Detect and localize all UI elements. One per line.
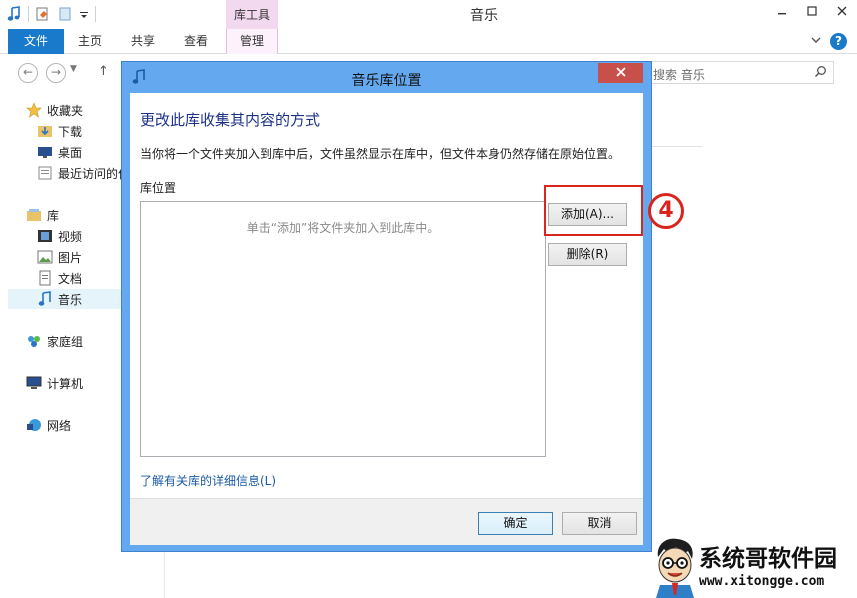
library-icon xyxy=(26,207,42,223)
ok-button[interactable]: 确定 xyxy=(478,512,553,535)
minimize-icon xyxy=(778,13,786,15)
back-arrow-icon: ← xyxy=(22,65,34,79)
add-folder-button[interactable]: 添加(A)... xyxy=(548,203,627,226)
tab-manage[interactable]: 管理 xyxy=(226,29,278,54)
search-input[interactable]: 搜索 音乐 xyxy=(646,61,834,84)
sidebar-item-label: 家庭组 xyxy=(47,334,84,349)
watermark-brand: 系统哥软件园 xyxy=(699,546,837,572)
sidebar-item-label: 计算机 xyxy=(47,376,84,391)
dialog-description: 当你将一个文件夹加入到库中后，文件虽然显示在库中，但文件本身仍然存储在原始位置。 xyxy=(140,147,621,161)
watermark-url: www.xitongge.com xyxy=(699,574,825,589)
pictures-icon xyxy=(37,249,53,265)
documents-icon xyxy=(37,270,53,286)
help-icon[interactable]: ? xyxy=(830,33,847,50)
customize-dropdown-icon[interactable] xyxy=(79,6,89,22)
library-tools-tab-group: 库工具 xyxy=(226,0,278,29)
content-divider xyxy=(652,146,702,147)
sidebar-item-label: 桌面 xyxy=(58,145,83,160)
maximize-icon xyxy=(807,6,817,16)
sidebar-item-label: 图片 xyxy=(58,250,83,265)
tab-share[interactable]: 共享 xyxy=(118,29,168,54)
new-folder-icon[interactable] xyxy=(57,6,73,22)
search-icon[interactable] xyxy=(814,65,827,82)
locations-label: 库位置 xyxy=(140,181,177,195)
step-number-badge: 4 xyxy=(648,193,684,229)
close-icon xyxy=(615,67,626,77)
tab-home[interactable]: 主页 xyxy=(66,29,114,54)
sidebar-item-label: 文档 xyxy=(58,271,83,286)
learn-more-link[interactable]: 了解有关库的详细信息(L) xyxy=(140,472,276,489)
window-title: 音乐 xyxy=(470,8,498,24)
sidebar-item-label: 下载 xyxy=(58,124,83,139)
window-controls xyxy=(767,0,857,22)
back-button[interactable]: ← xyxy=(18,63,38,83)
sidebar-item-label: 音乐 xyxy=(58,292,83,307)
maximize-button[interactable] xyxy=(797,0,827,22)
quick-access-toolbar xyxy=(6,4,96,24)
dialog-close-button[interactable] xyxy=(598,63,643,83)
minimize-button[interactable] xyxy=(767,0,797,22)
close-icon xyxy=(837,6,847,16)
toolbar-separator xyxy=(95,6,96,22)
music-note-icon xyxy=(6,6,22,22)
watermark: 系统哥软件园 www.xitongge.com xyxy=(652,535,857,598)
dialog-body: 更改此库收集其内容的方式 当你将一个文件夹加入到库中后，文件虽然显示在库中，但文… xyxy=(130,93,643,545)
desktop-icon xyxy=(37,144,53,160)
window-titlebar: 库工具 音乐 xyxy=(0,0,857,29)
tab-view[interactable]: 查看 xyxy=(170,29,222,54)
dialog-title: 音乐库位置 xyxy=(351,73,422,89)
properties-icon[interactable] xyxy=(35,6,51,22)
history-dropdown-icon[interactable]: ▼ xyxy=(70,64,77,74)
dialog-heading: 更改此库收集其内容的方式 xyxy=(140,111,321,129)
cartoon-mascot-icon xyxy=(656,538,694,598)
toolbar-separator xyxy=(28,6,29,22)
ribbon-right-controls: ? xyxy=(810,33,847,50)
empty-list-hint: 单击“添加”将文件夹加入到此库中。 xyxy=(246,221,440,235)
sidebar-item-label: 库 xyxy=(47,208,60,223)
search-placeholder: 搜索 音乐 xyxy=(653,68,705,82)
dialog-titlebar[interactable]: 音乐库位置 xyxy=(122,62,651,93)
sidebar-item-label: 网络 xyxy=(47,418,72,433)
star-icon xyxy=(26,102,42,118)
forward-button[interactable]: → xyxy=(46,63,66,83)
downloads-folder-icon xyxy=(37,123,53,139)
up-arrow-icon[interactable]: ↑ xyxy=(98,64,109,79)
music-note-icon xyxy=(37,291,53,307)
forward-arrow-icon: → xyxy=(50,65,62,79)
library-locations-dialog: 音乐库位置 更改此库收集其内容的方式 当你将一个文件夹加入到库中后，文件虽然显示… xyxy=(121,61,652,552)
tab-file[interactable]: 文件 xyxy=(8,29,64,54)
network-icon xyxy=(26,417,42,433)
recent-places-icon xyxy=(37,165,53,181)
sidebar-item-label: 视频 xyxy=(58,229,83,244)
expand-ribbon-icon[interactable] xyxy=(810,34,822,49)
homegroup-icon xyxy=(26,333,42,349)
cancel-button[interactable]: 取消 xyxy=(562,512,637,535)
remove-folder-button[interactable]: 删除(R) xyxy=(548,243,627,266)
computer-icon xyxy=(26,375,42,391)
sidebar-item-label: 收藏夹 xyxy=(47,103,84,118)
ribbon-tabs: 文件 主页 共享 查看 管理 ? xyxy=(0,29,857,54)
close-window-button[interactable] xyxy=(827,0,857,22)
video-icon xyxy=(37,228,53,244)
library-locations-list[interactable]: 单击“添加”将文件夹加入到此库中。 xyxy=(140,201,546,457)
